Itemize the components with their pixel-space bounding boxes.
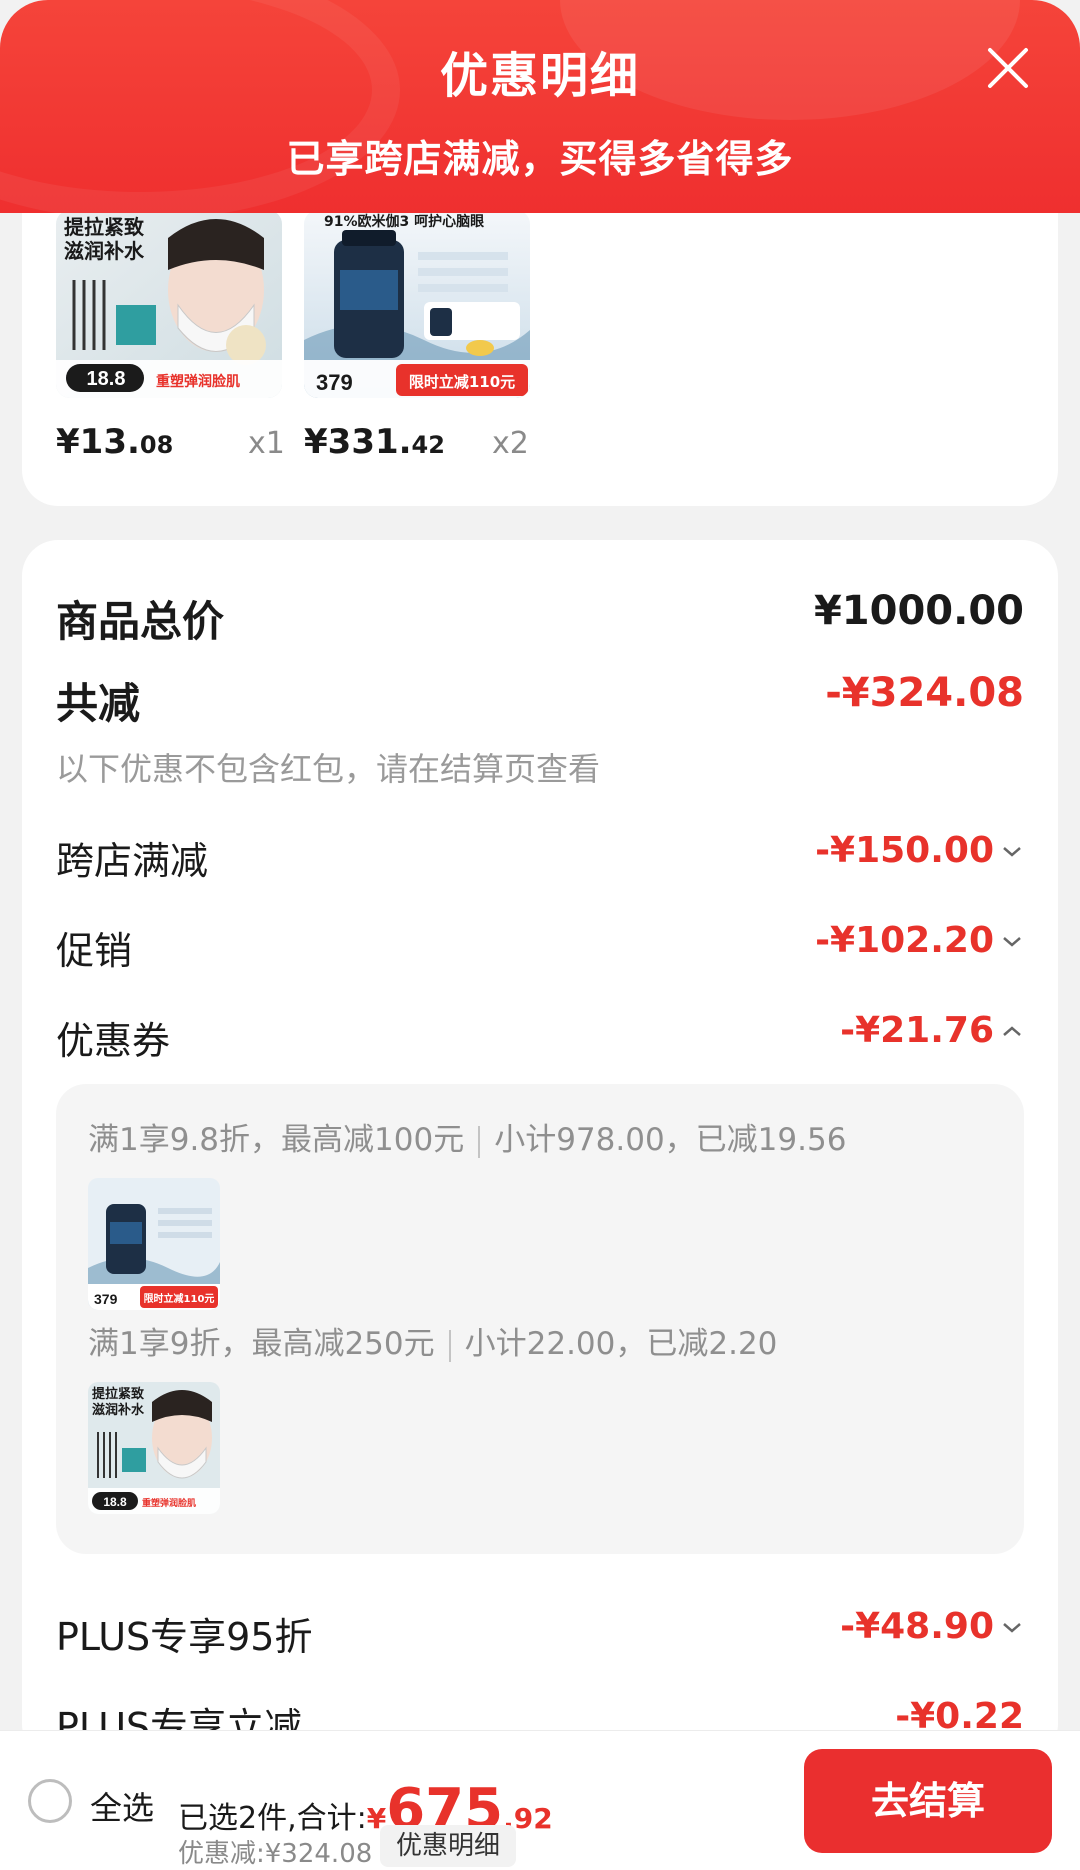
discount-value: -¥102.20 [815,920,1024,961]
checkout-button[interactable]: 去结算 [804,1749,1052,1853]
total-reduce-value: -¥324.08 [825,670,1024,716]
discount-summary: 优惠减:¥324.08 [178,1839,373,1869]
page-title: 优惠明细 [439,48,640,104]
chevron-down-icon[interactable] [1000,932,1024,952]
coupon-rule: 满1享9折，最高减250元 小计22.00，已减2.20 [88,1326,778,1362]
fish-oil-product-image: 379 限时立减110元 [88,1178,220,1310]
chevron-down-icon[interactable] [1000,1618,1024,1638]
close-icon[interactable] [984,44,1032,92]
total-price-label: 商品总价 [56,597,225,646]
chevron-down-icon[interactable] [1000,842,1024,862]
svg-text:91%欧米伽3 呵护心脑眼: 91%欧米伽3 呵护心脑眼 [324,213,484,230]
fish-oil-product-image: 379 限时立减110元 91%欧米伽3 呵护心脑眼 [304,210,530,398]
discount-value: -¥48.90 [840,1606,1024,1647]
coupon-rule: 满1享9.8折，最高减100元 小计978.00，已减19.56 [88,1122,847,1158]
svg-text:重塑弹润脸肌: 重塑弹润脸肌 [156,373,240,390]
discount-label: 优惠券 [56,1019,171,1063]
checkout-bar: 全选 已选2件,合计:¥675.92 优惠减:¥324.08 优惠明细 去结算 [0,1730,1080,1870]
discount-label: 跨店满减 [56,839,209,883]
product-price: ¥331.42 [304,422,445,462]
svg-text:限时立减110元: 限时立减110元 [144,1292,215,1305]
price-summary-card: 商品总价 ¥1000.00 共减 -¥324.08 以下优惠不包含红包，请在结算… [22,540,1058,1760]
header-subtitle: 已享跨店满减，买得多省得多 [286,137,794,181]
facial-mask-product-image: 18.8 重塑弹润脸肌 提拉紧致 滋润补水 [88,1382,220,1514]
discount-detail-button[interactable]: 优惠明细 [380,1825,517,1867]
select-all-label[interactable]: 全选 [90,1783,154,1829]
discount-value: -¥150.00 [815,830,1024,871]
coupon-product-image[interactable]: 18.8 重塑弹润脸肌 提拉紧致 滋润补水 [88,1382,220,1514]
coupon-row[interactable]: 优惠券 -¥21.76 [22,1010,1058,1063]
chevron-up-icon[interactable] [1000,1022,1024,1042]
product-image[interactable]: 379 限时立减110元 91%欧米伽3 呵护心脑眼 [304,210,530,398]
total-reduce-label: 共减 [56,679,141,728]
svg-text:18.8: 18.8 [103,1495,127,1509]
product-price: ¥13.08 [56,422,174,462]
coupon-product-image[interactable]: 379 限时立减110元 [88,1178,220,1310]
discount-label: 促销 [56,929,133,973]
select-all-radio[interactable] [28,1779,72,1823]
svg-text:滋润补水: 滋润补水 [64,239,145,263]
svg-text:提拉紧致: 提拉紧致 [64,215,145,239]
svg-text:滋润补水: 滋润补水 [92,1402,145,1418]
coupon-detail-panel: 满1享9.8折，最高减100元 小计978.00，已减19.56 379 限时立减… [56,1084,1024,1554]
discount-value: -¥21.76 [840,1010,1024,1051]
plus-discount-row[interactable]: PLUS专享95折 -¥48.90 [22,1606,1058,1659]
svg-text:提拉紧致: 提拉紧致 [92,1386,145,1402]
reduce-note: 以下优惠不包含红包，请在结算页查看 [56,750,601,788]
product-quantity: x1 [248,426,285,461]
facial-mask-product-image: 18.8 重塑弹润脸肌 提拉紧致 滋润补水 [56,210,282,398]
total-price-value: ¥1000.00 [813,588,1024,634]
svg-text:379: 379 [316,370,353,395]
svg-text:18.8: 18.8 [87,368,126,390]
svg-text:限时立减110元: 限时立减110元 [409,373,515,391]
discount-detail-header: 优惠明细 已享跨店满减，买得多省得多 [0,0,1080,213]
product-quantity: x2 [492,426,529,461]
discount-label: PLUS专享95折 [56,1615,313,1659]
svg-text:379: 379 [94,1291,118,1307]
promotion-row[interactable]: 促销 -¥102.20 [22,920,1058,973]
cross-store-discount-row[interactable]: 跨店满减 -¥150.00 [22,830,1058,883]
svg-text:重塑弹润脸肌: 重塑弹润脸肌 [142,1497,196,1509]
product-image[interactable]: 18.8 重塑弹润脸肌 提拉紧致 滋润补水 [56,210,282,398]
